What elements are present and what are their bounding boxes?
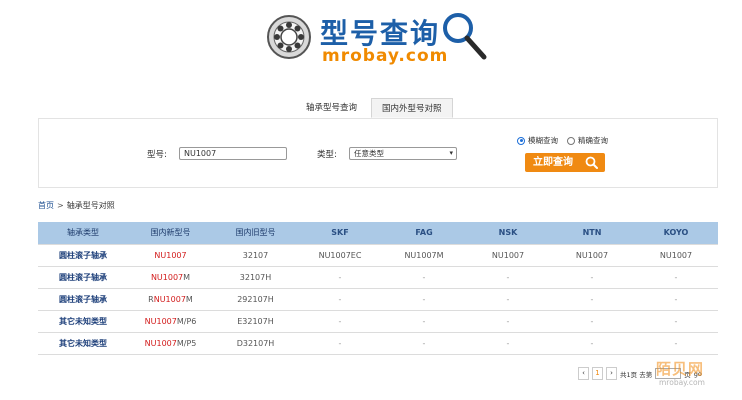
table-header-row: 轴承类型 国内新型号 国内旧型号 SKF FAG NSK NTN KOYO — [38, 222, 718, 244]
watermark-sub: mrobay.com — [659, 378, 705, 387]
watermark-logo: 陌贝网 mrobay.com — [656, 358, 742, 400]
row-skf-model: - — [298, 288, 382, 311]
row-bearing-type[interactable]: 其它未知类型 — [38, 332, 128, 355]
page-1-button[interactable]: 1 — [592, 367, 603, 380]
header-old-model: 国内旧型号 — [213, 222, 298, 244]
radio-exact[interactable] — [567, 136, 575, 145]
row-nsk-model: - — [466, 332, 550, 355]
header-new-model: 国内新型号 — [128, 222, 213, 244]
logo-domain: mrobay.com — [322, 46, 449, 66]
row-skf-model: NU1007EC — [298, 243, 382, 267]
tab-bearing-model-search[interactable]: 轴承型号查询 — [296, 98, 367, 118]
row-ntn-model: - — [550, 288, 634, 311]
search-icon — [585, 156, 598, 169]
header-fag: FAG — [382, 222, 466, 244]
row-fag-model: NU1007M — [382, 243, 466, 267]
new-model-suffix: M — [183, 272, 191, 282]
row-skf-model: - — [298, 266, 382, 289]
header-nsk: NSK — [466, 222, 550, 244]
model-label: 型号: — [147, 150, 167, 160]
row-skf-model: - — [298, 332, 382, 355]
row-new-model[interactable]: RNU1007M — [128, 288, 213, 311]
row-skf-model: - — [298, 310, 382, 333]
new-model-match: NU1007 — [150, 272, 184, 282]
match-mode-options: 模糊查询 精确查询 — [517, 135, 608, 146]
row-koyo-model: - — [634, 310, 718, 333]
table-row: 其它未知类型 NU1007M/P6 E32107H - - - - - — [38, 310, 718, 333]
row-old-model: E32107H — [213, 310, 298, 333]
row-ntn-model: - — [550, 266, 634, 289]
new-model-suffix: M — [185, 294, 193, 304]
radio-exact-label: 精确查询 — [578, 136, 608, 145]
radio-fuzzy[interactable] — [517, 136, 525, 145]
row-fag-model: - — [382, 266, 466, 289]
row-ntn-model: NU1007 — [550, 243, 634, 267]
header-koyo: KOYO — [634, 222, 718, 244]
row-nsk-model: - — [466, 266, 550, 289]
search-tabs: 轴承型号查询 国内外型号对照 — [296, 98, 453, 118]
new-model-match: NU1007 — [153, 294, 186, 304]
magnifier-icon — [443, 13, 487, 60]
row-koyo-model: - — [634, 332, 718, 355]
page-total-text: 共1页 去第 — [620, 370, 653, 379]
row-ntn-model: - — [550, 310, 634, 333]
row-nsk-model: - — [466, 310, 550, 333]
chevron-down-icon: ▾ — [449, 149, 453, 157]
row-fag-model: - — [382, 332, 466, 355]
row-old-model: 32107H — [213, 266, 298, 289]
row-bearing-type[interactable]: 圆柱滚子轴承 — [38, 288, 128, 311]
table-row: 圆柱滚子轴承 NU1007M 32107H - - - - - — [38, 266, 718, 289]
header-bearing-type: 轴承类型 — [38, 222, 128, 244]
row-new-model[interactable]: NU1007M/P5 — [128, 332, 213, 355]
row-old-model: D32107H — [213, 332, 298, 355]
row-old-model: 292107H — [213, 288, 298, 311]
row-fag-model: - — [382, 288, 466, 311]
search-button-label: 立即查询 — [533, 157, 573, 168]
header-skf: SKF — [298, 222, 382, 244]
site-logo[interactable]: 型号查询 mrobay.com — [262, 8, 492, 68]
row-nsk-model: NU1007 — [466, 243, 550, 267]
search-panel: 型号: 类型: 任意类型 ▾ 模糊查询 精确查询 立即查询 — [38, 118, 718, 188]
results-table: 轴承类型 国内新型号 国内旧型号 SKF FAG NSK NTN KOYO 圆柱… — [38, 222, 718, 355]
type-select[interactable]: 任意类型 ▾ — [349, 147, 457, 160]
row-nsk-model: - — [466, 288, 550, 311]
breadcrumb-separator: > — [57, 201, 64, 210]
new-model-match: NU1007 — [144, 338, 177, 348]
row-fag-model: - — [382, 310, 466, 333]
row-ntn-model: - — [550, 332, 634, 355]
new-model-suffix: M/P5 — [176, 338, 197, 348]
header-ntn: NTN — [550, 222, 634, 244]
new-model-match: NU1007 — [154, 250, 187, 260]
breadcrumb-home-link[interactable]: 首页 — [38, 201, 54, 210]
radio-fuzzy-label: 模糊查询 — [528, 136, 558, 145]
bearing-icon — [267, 15, 311, 59]
row-koyo-model: NU1007 — [634, 243, 718, 267]
type-label: 类型: — [317, 150, 337, 160]
row-new-model[interactable]: NU1007M/P6 — [128, 310, 213, 333]
prev-page-button[interactable]: ‹ — [578, 367, 589, 380]
row-koyo-model: - — [634, 266, 718, 289]
next-page-button[interactable]: › — [606, 367, 617, 380]
breadcrumb: 首页 > 轴承型号对照 — [38, 200, 115, 211]
table-row: 圆柱滚子轴承 NU1007 32107 NU1007EC NU1007M NU1007 NU… — [38, 243, 718, 267]
breadcrumb-current: 轴承型号对照 — [66, 201, 115, 210]
row-new-model[interactable]: NU1007M — [128, 266, 213, 289]
row-old-model: 32107 — [213, 243, 298, 267]
new-model-suffix: M/P6 — [176, 316, 197, 326]
row-bearing-type[interactable]: 其它未知类型 — [38, 310, 128, 333]
new-model-match: NU1007 — [144, 316, 177, 326]
row-new-model[interactable]: NU1007 — [128, 243, 213, 267]
row-bearing-type[interactable]: 圆柱滚子轴承 — [38, 243, 128, 267]
table-row: 其它未知类型 NU1007M/P5 D32107H - - - - - — [38, 332, 718, 355]
type-select-value: 任意类型 — [354, 149, 384, 158]
table-row: 圆柱滚子轴承 RNU1007M 292107H - - - - - — [38, 288, 718, 311]
tab-cross-reference[interactable]: 国内外型号对照 — [371, 98, 453, 118]
row-bearing-type[interactable]: 圆柱滚子轴承 — [38, 266, 128, 289]
row-koyo-model: - — [634, 288, 718, 311]
watermark-main: 陌贝网 — [656, 360, 705, 378]
model-input[interactable] — [179, 147, 287, 160]
search-button[interactable]: 立即查询 — [525, 153, 605, 172]
